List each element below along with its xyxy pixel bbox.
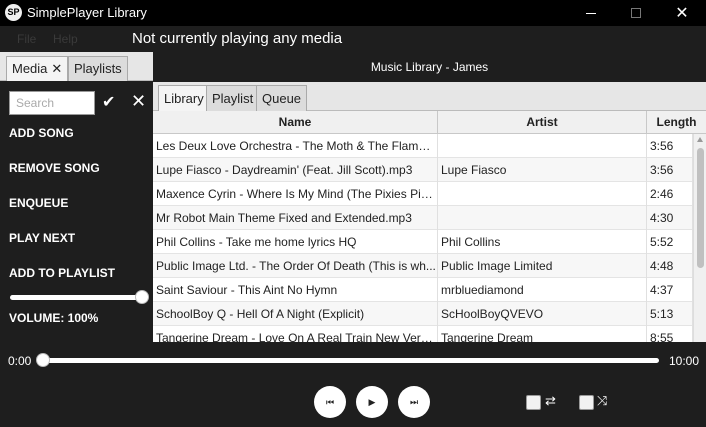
- cell-length: 4:48: [647, 254, 693, 278]
- table-row[interactable]: Lupe Fiasco - Daydreamin' (Feat. Jill Sc…: [153, 158, 693, 182]
- table-header: Name Artist Length: [153, 111, 706, 134]
- volume-slider[interactable]: [10, 295, 142, 300]
- next-button[interactable]: ⏭: [398, 386, 430, 418]
- player-controls: 0:00 10:00 ⏮ ▶ ⏭ ⇄ ⤨: [0, 342, 706, 427]
- window-title: SimplePlayer Library: [27, 5, 147, 20]
- table-scrollbar[interactable]: [693, 134, 706, 342]
- cell-name: Mr Robot Main Theme Fixed and Extended.m…: [153, 206, 438, 230]
- scrollbar-thumb[interactable]: [697, 148, 704, 268]
- cell-name: SchoolBoy Q - Hell Of A Night (Explicit): [153, 302, 438, 326]
- menu-bar: File Help: [0, 26, 706, 52]
- menu-help[interactable]: Help: [53, 32, 78, 46]
- skip-forward-icon: ⏭: [409, 396, 419, 407]
- repeat-checkbox[interactable]: [526, 395, 541, 410]
- add-song-button[interactable]: ADD SONG: [9, 126, 74, 140]
- cell-artist: [438, 206, 647, 230]
- cell-name: Public Image Ltd. - The Order Of Death (…: [153, 254, 438, 278]
- enqueue-button[interactable]: ENQUEUE: [9, 196, 68, 210]
- add-to-playlist-button[interactable]: ADD TO PLAYLIST: [9, 266, 115, 280]
- title-bar: SP SimplePlayer Library ✕: [0, 0, 706, 26]
- cell-length: 5:13: [647, 302, 693, 326]
- repeat-icon: ⇄: [545, 393, 556, 408]
- cell-length: 2:46: [647, 182, 693, 206]
- cell-name: Maxence Cyrin - Where Is My Mind (The Pi…: [153, 182, 438, 206]
- cell-artist: [438, 182, 647, 206]
- tab-library[interactable]: Library: [158, 85, 210, 111]
- left-sidebar: Media✕ Playlists ✔ ✕ ADD SONG REMOVE SON…: [0, 52, 153, 342]
- cell-artist: Public Image Limited: [438, 254, 647, 278]
- search-clear-icon[interactable]: ✕: [131, 91, 146, 112]
- play-icon: ▶: [368, 396, 376, 407]
- scroll-up-icon[interactable]: [697, 137, 703, 142]
- volume-slider-thumb[interactable]: [135, 290, 149, 304]
- now-playing-label: Not currently playing any media: [132, 30, 343, 47]
- search-confirm-icon[interactable]: ✔: [102, 92, 115, 112]
- cell-artist: [438, 134, 647, 158]
- volume-label: VOLUME: 100%: [9, 311, 99, 325]
- left-tab-bar: Media ✕ Playlists: [0, 52, 153, 81]
- search-input[interactable]: [9, 91, 95, 115]
- tab-playlists[interactable]: Playlists: [68, 56, 128, 81]
- menu-file[interactable]: File: [17, 32, 36, 46]
- cell-artist: Lupe Fiasco: [438, 158, 647, 182]
- table-row[interactable]: Maxence Cyrin - Where Is My Mind (The Pi…: [153, 182, 693, 206]
- table-row[interactable]: Mr Robot Main Theme Fixed and Extended.m…: [153, 206, 693, 230]
- tab-media[interactable]: Media ✕: [6, 56, 69, 81]
- cell-length: 3:56: [647, 158, 693, 182]
- library-tab-bar: Library Playlist Queue: [153, 82, 706, 111]
- table-row[interactable]: Les Deux Love Orchestra - The Moth & The…: [153, 134, 693, 158]
- total-time: 10:00: [669, 354, 700, 368]
- app-logo-icon: SP: [5, 4, 22, 21]
- cell-length: 8:55: [647, 326, 693, 342]
- table-row[interactable]: Public Image Ltd. - The Order Of Death (…: [153, 254, 693, 278]
- cell-artist: Tangerine Dream: [438, 326, 647, 342]
- minimize-button[interactable]: [568, 0, 614, 26]
- cell-length: 3:56: [647, 134, 693, 158]
- shuffle-checkbox[interactable]: [579, 395, 594, 410]
- cell-name: Saint Saviour - This Aint No Hymn: [153, 278, 438, 302]
- play-next-button[interactable]: PLAY NEXT: [9, 231, 75, 245]
- cell-length: 4:30: [647, 206, 693, 230]
- tab-close-icon[interactable]: ✕: [51, 61, 62, 76]
- close-window-button[interactable]: ✕: [659, 0, 705, 26]
- library-header: Music Library - James: [153, 52, 706, 82]
- cell-name: Les Deux Love Orchestra - The Moth & The…: [153, 134, 438, 158]
- play-button[interactable]: ▶: [356, 386, 388, 418]
- song-table: Name Artist Length Les Deux Love Orchest…: [153, 111, 706, 342]
- elapsed-time: 0:00: [8, 354, 32, 368]
- table-row[interactable]: SchoolBoy Q - Hell Of A Night (Explicit)…: [153, 302, 693, 326]
- tab-media-label: Media: [12, 61, 48, 76]
- minimize-icon: [586, 12, 596, 14]
- table-row[interactable]: Phil Collins - Take me home lyrics HQ Phi…: [153, 230, 693, 254]
- cell-artist: Phil Collins: [438, 230, 647, 254]
- remove-song-button[interactable]: REMOVE SONG: [9, 161, 100, 175]
- cell-artist: mrbluediamond: [438, 278, 647, 302]
- column-header-artist[interactable]: Artist: [438, 111, 647, 134]
- shuffle-icon: ⤨: [597, 393, 608, 408]
- cell-artist: ScHoolBoyQVEVO: [438, 302, 647, 326]
- cell-length: 4:37: [647, 278, 693, 302]
- tab-queue[interactable]: Queue: [256, 85, 308, 111]
- seek-bar-thumb[interactable]: [36, 353, 50, 367]
- previous-button[interactable]: ⏮: [314, 386, 346, 418]
- cell-name: Lupe Fiasco - Daydreamin' (Feat. Jill Sc…: [153, 158, 438, 182]
- cell-name: Tangerine Dream - Love On A Real Train N…: [153, 326, 438, 342]
- column-header-length[interactable]: Length: [647, 111, 706, 134]
- column-header-name[interactable]: Name: [153, 111, 438, 134]
- cell-length: 5:52: [647, 230, 693, 254]
- skip-back-icon: ⏮: [325, 396, 335, 407]
- close-icon: ✕: [675, 5, 689, 22]
- maximize-button[interactable]: [613, 0, 659, 26]
- table-row[interactable]: Tangerine Dream - Love On A Real Train N…: [153, 326, 693, 342]
- table-row[interactable]: Saint Saviour - This Aint No Hymn mrblued…: [153, 278, 693, 302]
- tab-playlist[interactable]: Playlist: [206, 85, 260, 111]
- seek-bar[interactable]: [41, 358, 659, 363]
- cell-name: Phil Collins - Take me home lyrics HQ: [153, 230, 438, 254]
- maximize-icon: [631, 8, 641, 18]
